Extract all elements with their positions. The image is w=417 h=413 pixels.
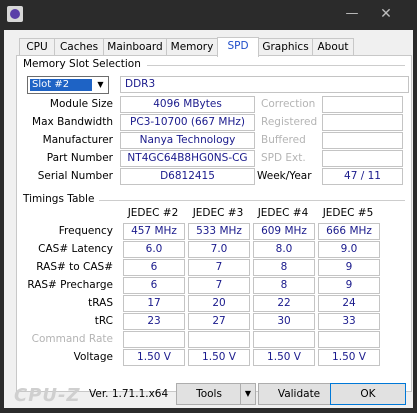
group-divider: [99, 200, 405, 201]
timing-row-label-disabled: Command Rate: [31, 333, 113, 345]
timing-cell: 27: [188, 313, 250, 330]
registered-label: Registered: [261, 116, 318, 128]
timing-column-header: JEDEC #4: [257, 207, 309, 219]
part-number-label: Part Number: [46, 152, 113, 164]
serial-number-label: Serial Number: [37, 170, 113, 182]
max-bandwidth-label: Max Bandwidth: [32, 116, 113, 128]
timing-cell: 7.0: [188, 241, 250, 258]
max-bandwidth-value: PC3-10700 (667 MHz): [120, 114, 255, 131]
timing-row-label: Voltage: [73, 351, 113, 363]
timing-cell: 8: [253, 259, 315, 276]
memory-type-value: DDR3: [120, 76, 409, 93]
module-size-value: 4096 MBytes: [120, 96, 255, 113]
timing-row-label: CAS# Latency: [38, 243, 113, 255]
timing-cell: 17: [123, 295, 185, 312]
timing-cell: [253, 331, 315, 348]
module-size-label: Module Size: [49, 98, 113, 110]
spd-ext-value: [322, 150, 403, 167]
cpuz-logo: CPU-Z: [14, 385, 81, 406]
timing-cell: 8: [253, 277, 315, 294]
tools-button[interactable]: Tools ▼: [176, 383, 256, 405]
timing-row-label: tRC: [94, 315, 113, 327]
timing-cell: 8.0: [253, 241, 315, 258]
timing-row-label: RAS# to CAS#: [36, 261, 113, 273]
timing-cell: 1.50 V: [123, 349, 185, 366]
timing-cell: 1.50 V: [188, 349, 250, 366]
title-bar: — ✕: [0, 0, 417, 30]
minimize-button[interactable]: —: [341, 4, 363, 24]
timing-column-header: JEDEC #3: [192, 207, 244, 219]
timing-cell: 6: [123, 259, 185, 276]
timing-cell: [188, 331, 250, 348]
week-year-label: Week/Year: [257, 170, 312, 182]
timing-column-header: JEDEC #5: [322, 207, 374, 219]
serial-number-value: D6812415: [120, 168, 255, 185]
chevron-down-icon[interactable]: ▼: [93, 77, 108, 93]
timing-cell: 7: [188, 259, 250, 276]
cpuz-app-icon[interactable]: [7, 6, 23, 22]
ok-button[interactable]: OK: [330, 383, 406, 405]
window-client: CPU Caches Mainboard Memory SPD Graphics…: [4, 30, 413, 408]
spd-panel: Memory Slot Selection Slot #2 ▼ DDR3 Mod…: [16, 55, 412, 392]
timing-cell: 22: [253, 295, 315, 312]
tab-spd[interactable]: SPD: [217, 37, 259, 57]
part-number-value: NT4GC64B8HG0NS-CG: [120, 150, 255, 167]
manufacturer-value: Nanya Technology: [120, 132, 255, 149]
timing-row-label: tRAS: [88, 297, 113, 309]
timing-row-label: Frequency: [58, 225, 113, 237]
timing-cell: 9: [318, 259, 380, 276]
timing-cell: 30: [253, 313, 315, 330]
tools-button-label: Tools: [196, 388, 222, 400]
spd-ext-label: SPD Ext.: [261, 152, 306, 164]
validate-button[interactable]: Validate: [258, 383, 340, 405]
timing-cell: 9.0: [318, 241, 380, 258]
buffered-label: Buffered: [261, 134, 306, 146]
timing-cell: 23: [123, 313, 185, 330]
timing-cell: 533 MHz: [188, 223, 250, 240]
timing-cell: 1.50 V: [253, 349, 315, 366]
timing-cell: 7: [188, 277, 250, 294]
manufacturer-label: Manufacturer: [42, 134, 113, 146]
group-divider: [147, 65, 405, 66]
timing-cell: 9: [318, 277, 380, 294]
memory-slot-group-title: Memory Slot Selection: [23, 58, 141, 70]
week-year-value: 47 / 11: [322, 168, 403, 185]
registered-value: [322, 114, 403, 131]
version-label: Ver. 1.71.1.x64: [89, 388, 169, 400]
timing-cell: [318, 331, 380, 348]
timing-cell: 6.0: [123, 241, 185, 258]
slot-select-value: Slot #2: [30, 79, 92, 91]
correction-value: [322, 96, 403, 113]
close-button[interactable]: ✕: [375, 4, 397, 24]
timing-cell: 6: [123, 277, 185, 294]
timing-cell: 609 MHz: [253, 223, 315, 240]
timing-cell: [123, 331, 185, 348]
slot-select[interactable]: Slot #2 ▼: [27, 76, 109, 94]
chevron-down-icon[interactable]: ▼: [240, 384, 255, 404]
timing-cell: 24: [318, 295, 380, 312]
timing-row-label: RAS# Precharge: [27, 279, 113, 291]
buffered-value: [322, 132, 403, 149]
timing-column-header: JEDEC #2: [127, 207, 179, 219]
timing-cell: 457 MHz: [123, 223, 185, 240]
timing-cell: 33: [318, 313, 380, 330]
timings-group-title: Timings Table: [23, 193, 95, 205]
timing-cell: 20: [188, 295, 250, 312]
timing-cell: 1.50 V: [318, 349, 380, 366]
timing-cell: 666 MHz: [318, 223, 380, 240]
correction-label: Correction: [261, 98, 316, 110]
